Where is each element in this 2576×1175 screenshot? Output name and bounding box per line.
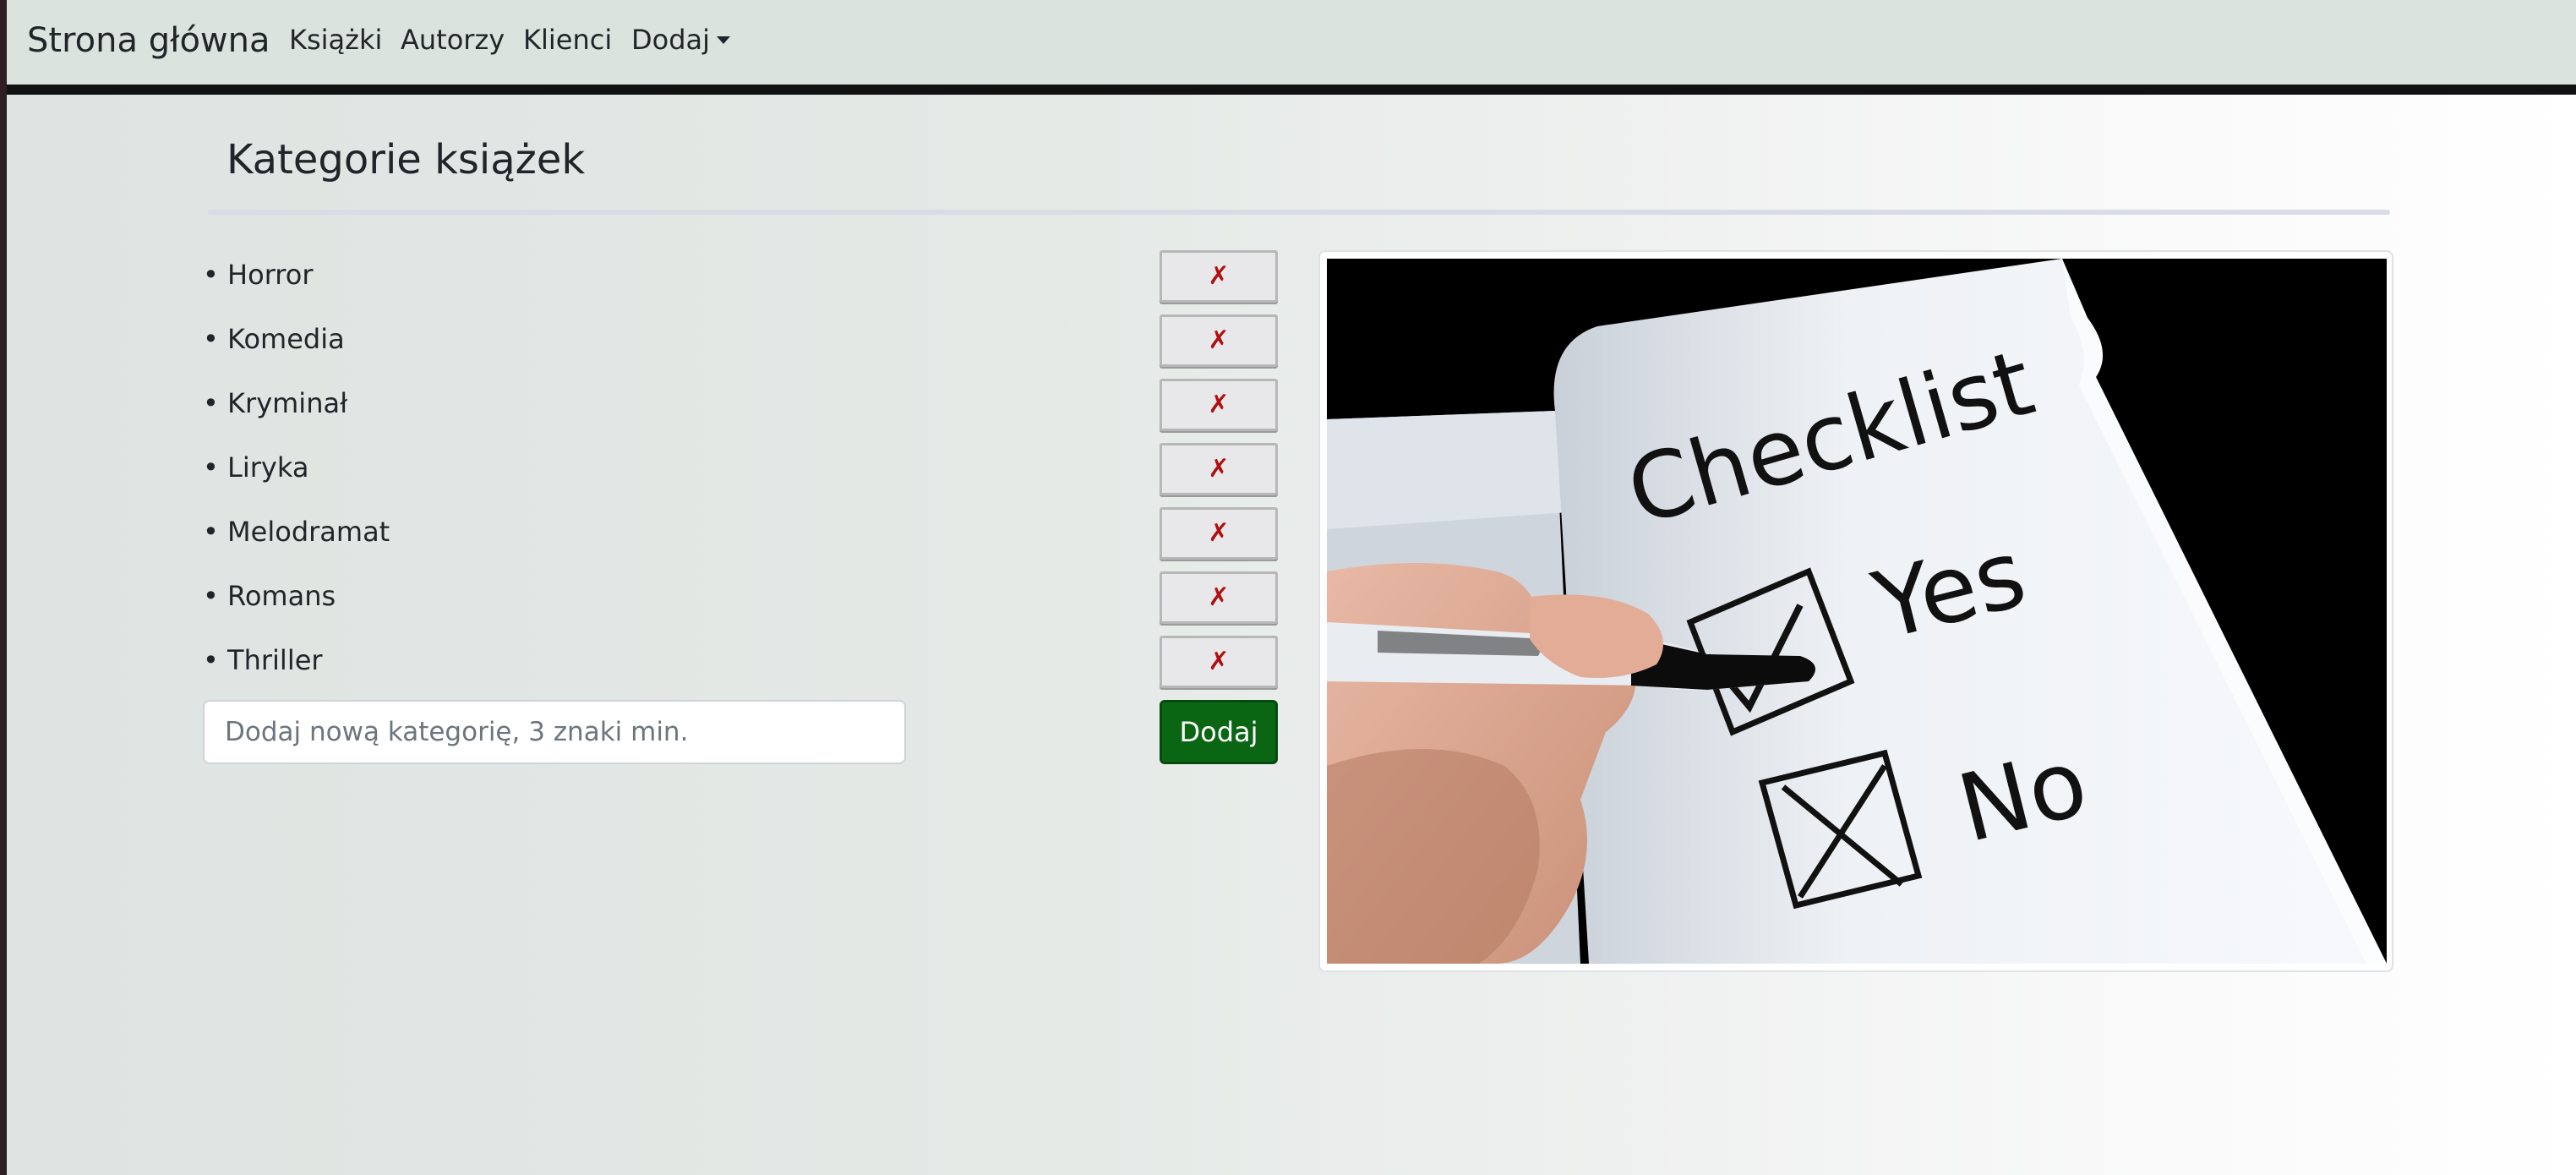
top-navbar: Strona główna Książki Autorzy Klienci Do… xyxy=(7,0,2576,85)
checklist-photo: Checklist Yes No xyxy=(1327,259,2387,964)
category-row: • Thriller ✗ xyxy=(203,636,1278,688)
nav-link-clients[interactable]: Klienci xyxy=(523,20,612,59)
page-title: Kategorie książek xyxy=(226,136,586,183)
delete-category-button[interactable]: ✗ xyxy=(1160,379,1278,431)
category-row: • Romans ✗ xyxy=(203,571,1278,624)
checklist-image-card: Checklist Yes No xyxy=(1318,250,2393,972)
category-row: • Komedia ✗ xyxy=(203,314,1278,367)
window-edge xyxy=(0,0,7,1175)
category-label: • Liryka xyxy=(203,451,309,484)
delete-category-button[interactable]: ✗ xyxy=(1160,250,1278,303)
delete-category-button[interactable]: ✗ xyxy=(1160,571,1278,624)
add-category-button[interactable]: Dodaj xyxy=(1160,700,1278,764)
brand-home-link[interactable]: Strona główna xyxy=(27,17,270,64)
nav-dropdown-add[interactable]: Dodaj xyxy=(631,20,731,59)
delete-x-icon: ✗ xyxy=(1208,261,1230,291)
category-label: • Komedia xyxy=(203,323,345,355)
category-label: • Horror xyxy=(203,259,314,291)
category-row: • Horror ✗ xyxy=(203,250,1278,303)
delete-category-button[interactable]: ✗ xyxy=(1160,507,1278,560)
delete-x-icon: ✗ xyxy=(1208,325,1230,355)
delete-x-icon: ✗ xyxy=(1208,518,1230,548)
delete-x-icon: ✗ xyxy=(1208,454,1230,484)
category-label: • Romans xyxy=(203,580,336,612)
new-category-input[interactable] xyxy=(203,700,906,764)
title-divider xyxy=(208,210,2390,215)
delete-x-icon: ✗ xyxy=(1208,390,1230,419)
navbar-bottom-border xyxy=(7,85,2576,95)
delete-category-button[interactable]: ✗ xyxy=(1160,443,1278,495)
delete-category-button[interactable]: ✗ xyxy=(1160,636,1278,688)
caret-down-icon xyxy=(717,36,731,44)
delete-category-button[interactable]: ✗ xyxy=(1160,314,1278,367)
category-label: • Melodramat xyxy=(203,516,390,548)
nav-link-authors[interactable]: Autorzy xyxy=(401,20,505,59)
category-row: • Kryminał ✗ xyxy=(203,379,1278,431)
category-row: • Melodramat ✗ xyxy=(203,507,1278,560)
category-row: • Liryka ✗ xyxy=(203,443,1278,495)
nav-dropdown-add-label: Dodaj xyxy=(631,24,711,56)
delete-x-icon: ✗ xyxy=(1208,647,1230,676)
delete-x-icon: ✗ xyxy=(1208,582,1230,612)
category-label: • Kryminał xyxy=(203,387,348,419)
nav-link-books[interactable]: Książki xyxy=(289,20,382,59)
category-label: • Thriller xyxy=(203,644,323,676)
